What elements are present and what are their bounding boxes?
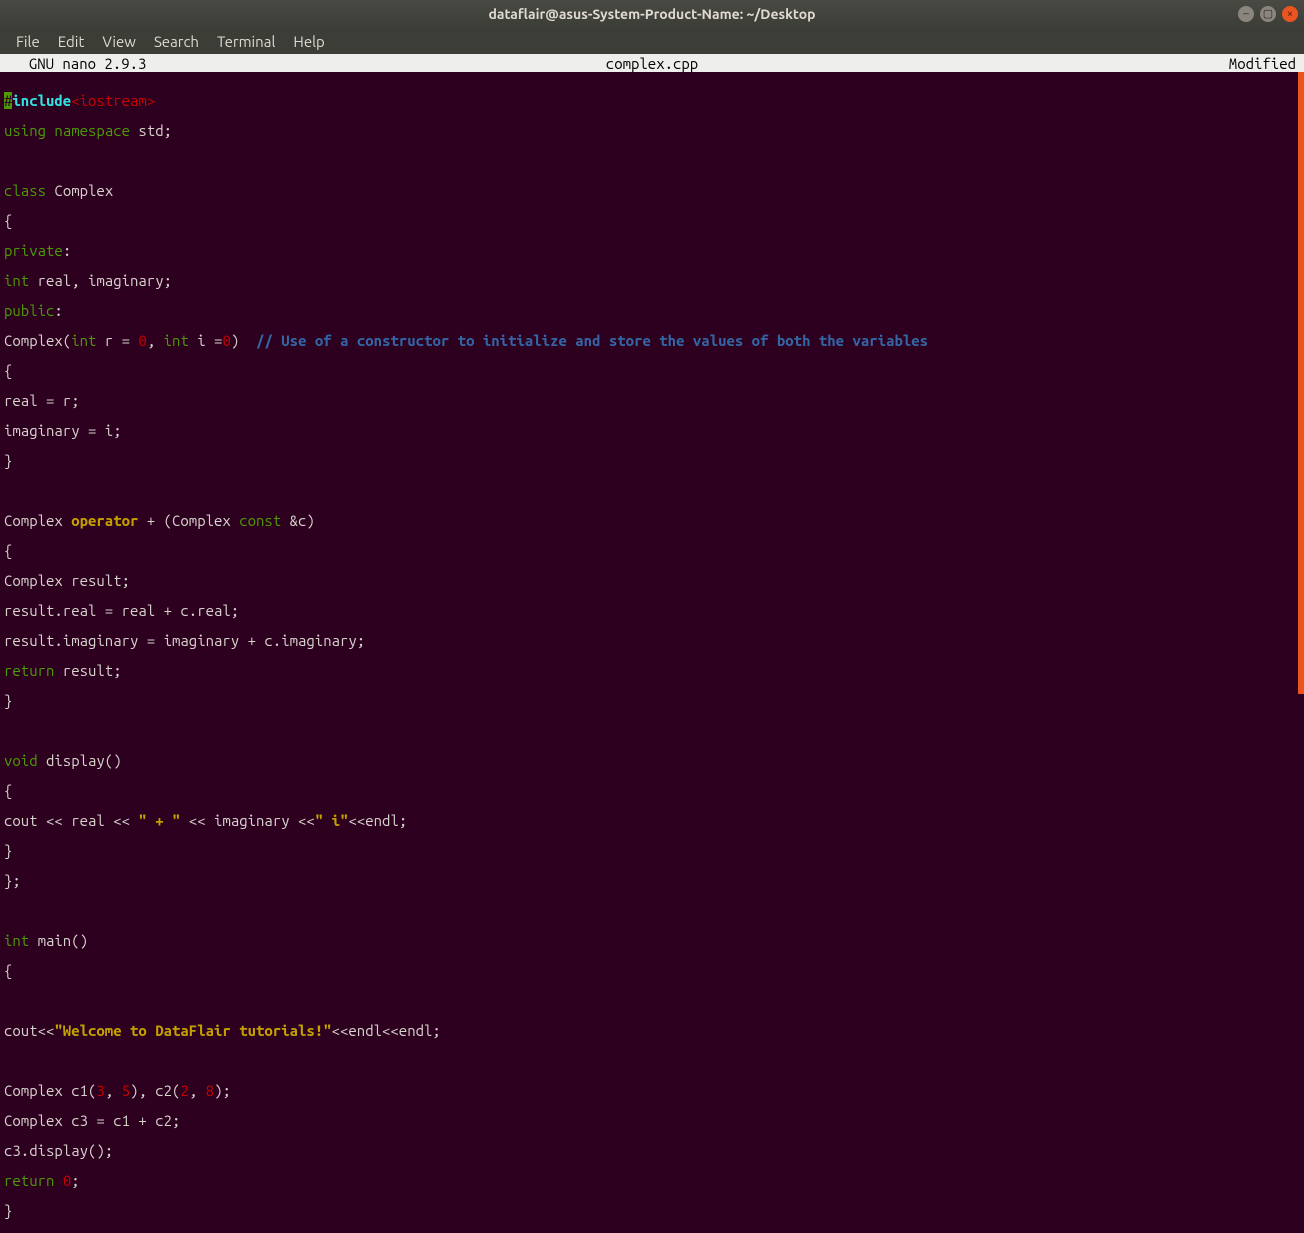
code-token: 0 bbox=[63, 1172, 71, 1189]
code-line: Complex result; bbox=[4, 573, 1294, 588]
code-token: display() bbox=[38, 752, 122, 769]
code-token: 8 bbox=[206, 1082, 214, 1099]
code-line: c3.display(); bbox=[4, 1143, 1294, 1158]
code-token: , bbox=[189, 1082, 206, 1099]
menu-search[interactable]: Search bbox=[146, 31, 207, 52]
code-token: Complex c1( bbox=[4, 1082, 96, 1099]
code-token: int bbox=[4, 272, 29, 289]
code-token: real, imaginary; bbox=[29, 272, 172, 289]
code-token: cout<< bbox=[4, 1022, 54, 1039]
window-title: dataflair@asus-System-Product-Name: ~/De… bbox=[0, 6, 1304, 22]
nano-filename: complex.cpp bbox=[0, 55, 1304, 72]
code-string: " i" bbox=[315, 812, 349, 829]
code-string: "Welcome to DataFlair tutorials!" bbox=[54, 1022, 331, 1039]
close-icon[interactable]: × bbox=[1282, 6, 1298, 22]
maximize-icon[interactable]: ▢ bbox=[1260, 6, 1276, 22]
code-line: { bbox=[4, 363, 1294, 378]
code-token: + (Complex bbox=[138, 512, 239, 529]
minimize-icon[interactable]: – bbox=[1238, 6, 1254, 22]
code-token: Complex bbox=[4, 512, 71, 529]
editor-area[interactable]: #include<iostream> using namespace std; … bbox=[0, 72, 1304, 694]
nano-statusbar: GNU nano 2.9.3 complex.cpp Modified bbox=[0, 54, 1304, 72]
code-token: return bbox=[4, 662, 54, 679]
code-token: int bbox=[4, 932, 29, 949]
code-token: namespace bbox=[54, 122, 130, 139]
code-token: ); bbox=[214, 1082, 231, 1099]
code-token: <iostream> bbox=[71, 92, 155, 109]
code-line: { bbox=[4, 963, 1294, 978]
code-token: 3 bbox=[96, 1082, 104, 1099]
code-token: , bbox=[147, 332, 164, 349]
code-line: result.real = real + c.real; bbox=[4, 603, 1294, 618]
code-token: , bbox=[105, 1082, 122, 1099]
code-token: Complex( bbox=[4, 332, 71, 349]
code-token: 0 bbox=[138, 332, 146, 349]
code-token: using bbox=[4, 122, 46, 139]
code-token: class bbox=[4, 182, 46, 199]
menu-edit[interactable]: Edit bbox=[50, 31, 93, 52]
code-token: private bbox=[4, 242, 63, 259]
menu-file[interactable]: File bbox=[8, 31, 48, 52]
code-token: << imaginary << bbox=[180, 812, 314, 829]
code-line: real = r; bbox=[4, 393, 1294, 408]
code-token: main() bbox=[29, 932, 88, 949]
code-token: 2 bbox=[180, 1082, 188, 1099]
code-token: ), c2( bbox=[130, 1082, 180, 1099]
code-token: Complex bbox=[46, 182, 113, 199]
code-line: } bbox=[4, 693, 1294, 708]
code-token: ; bbox=[71, 1172, 79, 1189]
code-token: const bbox=[239, 512, 281, 529]
code-token: result; bbox=[54, 662, 121, 679]
window-controls: – ▢ × bbox=[1238, 6, 1298, 22]
code-line: } bbox=[4, 1203, 1294, 1218]
code-token: std; bbox=[130, 122, 172, 139]
code-token: 5 bbox=[122, 1082, 130, 1099]
code-token: void bbox=[4, 752, 38, 769]
code-line: result.imaginary = imaginary + c.imagina… bbox=[4, 633, 1294, 648]
code-token: r = bbox=[96, 332, 138, 349]
code-line: } bbox=[4, 843, 1294, 858]
code-token: return bbox=[4, 1172, 54, 1189]
menu-terminal[interactable]: Terminal bbox=[209, 31, 283, 52]
code-token: operator bbox=[71, 512, 138, 529]
code-token bbox=[54, 1172, 62, 1189]
code-string: " + " bbox=[138, 812, 180, 829]
code-token: cout << real << bbox=[4, 812, 138, 829]
code-line: { bbox=[4, 213, 1294, 228]
code-token: 0 bbox=[222, 332, 230, 349]
code-token: ) bbox=[231, 332, 256, 349]
code-token: include bbox=[12, 92, 71, 109]
menu-help[interactable]: Help bbox=[285, 31, 332, 52]
menu-view[interactable]: View bbox=[94, 31, 144, 52]
code-token: <<endl; bbox=[348, 812, 407, 829]
window-titlebar: dataflair@asus-System-Product-Name: ~/De… bbox=[0, 0, 1304, 28]
code-token: int bbox=[71, 332, 96, 349]
code-line: }; bbox=[4, 873, 1294, 888]
code-token: &c) bbox=[281, 512, 315, 529]
code-line: } bbox=[4, 453, 1294, 468]
menubar: File Edit View Search Terminal Help bbox=[0, 28, 1304, 54]
code-line: { bbox=[4, 783, 1294, 798]
code-comment: // Use of a constructor to initialize an… bbox=[256, 332, 928, 349]
code-token: : bbox=[54, 302, 62, 319]
code-token: : bbox=[63, 242, 71, 259]
code-line: imaginary = i; bbox=[4, 423, 1294, 438]
code-line: { bbox=[4, 543, 1294, 558]
code-token: int bbox=[164, 332, 189, 349]
code-line: Complex c3 = c1 + c2; bbox=[4, 1113, 1294, 1128]
code-token: <<endl<<endl; bbox=[332, 1022, 441, 1039]
code-token: i = bbox=[189, 332, 223, 349]
code-token: public bbox=[4, 302, 54, 319]
